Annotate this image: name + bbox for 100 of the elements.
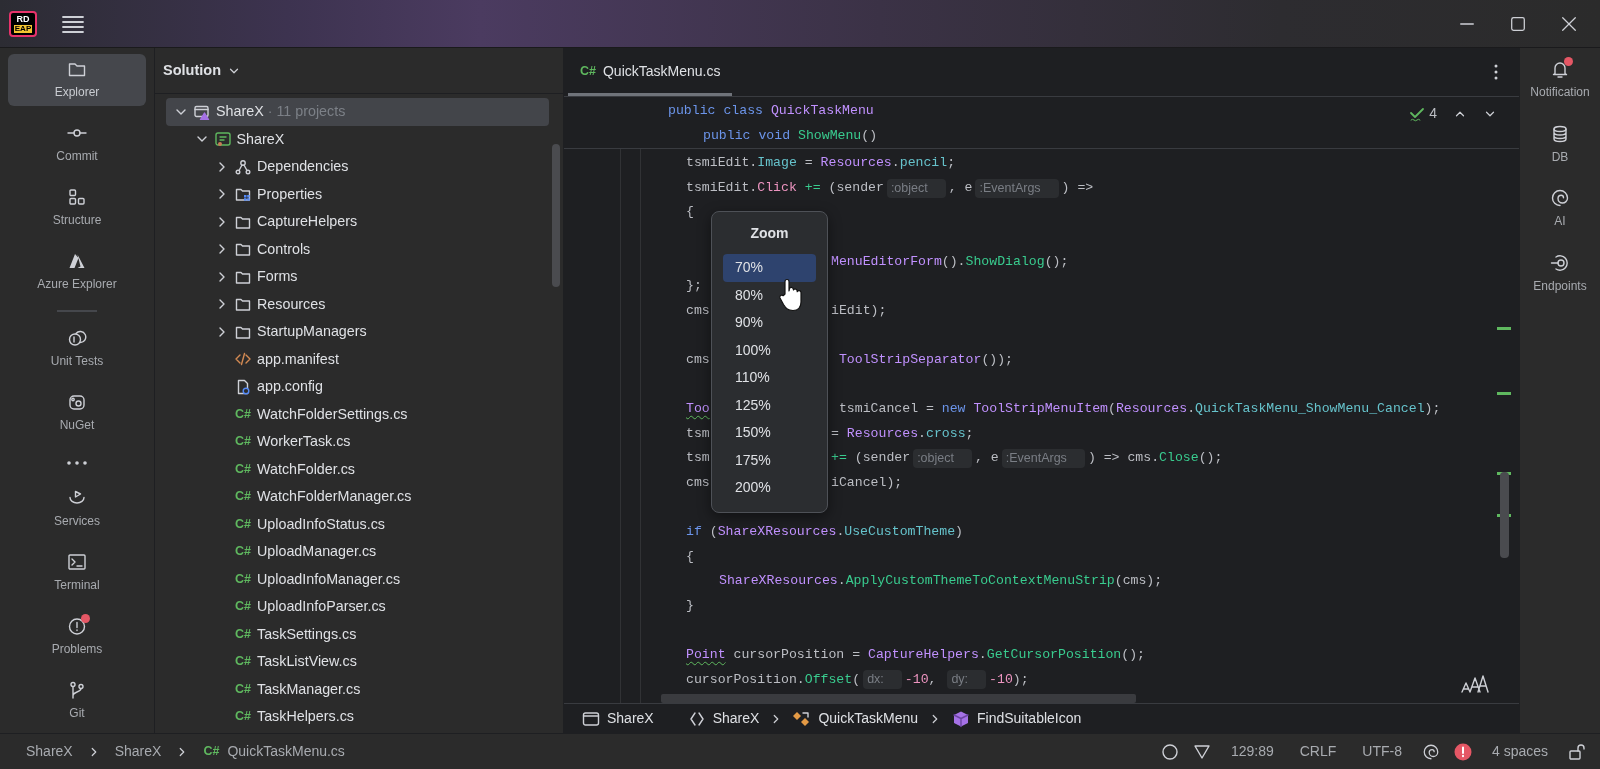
- tool-window-button[interactable]: Commit: [8, 117, 146, 171]
- tree-label: Dependencies: [257, 157, 349, 177]
- tree-row[interactable]: C# TaskHelpers.cs: [166, 703, 549, 731]
- tree-row[interactable]: Properties: [166, 180, 549, 208]
- structure-icon: [67, 186, 87, 207]
- tool-window-button[interactable]: Git: [8, 674, 146, 727]
- close-icon[interactable]: [1560, 14, 1578, 33]
- tree-row[interactable]: Resources: [166, 290, 549, 318]
- breadcrumb-item[interactable]: ShareX: [20, 741, 79, 762]
- tree-row[interactable]: C# UploadInfoStatus.cs: [166, 510, 549, 538]
- tree-row[interactable]: StartupManagers: [166, 318, 549, 346]
- language-tag: C#: [235, 652, 251, 672]
- menu-item[interactable]: 175%: [723, 446, 816, 475]
- tree-row[interactable]: C# UploadInfoManager.cs: [166, 565, 549, 593]
- tree-row[interactable]: C# WatchFolderSettings.cs: [166, 400, 549, 428]
- menu-item[interactable]: 150%: [723, 419, 816, 447]
- tree-row[interactable]: C# WorkerTask.cs: [166, 428, 549, 456]
- code-text: tsm: [686, 449, 710, 468]
- breadcrumb-item[interactable]: ShareX: [108, 741, 168, 762]
- scrollbar[interactable]: [552, 144, 560, 287]
- tool-window-button[interactable]: Problems: [8, 610, 146, 663]
- tree-row[interactable]: C# UploadInfoParser.cs: [166, 593, 549, 621]
- menu-item[interactable]: 70%: [723, 254, 816, 282]
- menu-item[interactable]: 80%: [723, 281, 816, 310]
- tree-row[interactable]: CaptureHelpers: [166, 208, 549, 236]
- tool-window-button[interactable]: AI: [1523, 183, 1597, 236]
- menu-item[interactable]: 90%: [723, 309, 816, 337]
- tree-row[interactable]: C# TaskManager.cs: [166, 675, 549, 703]
- tree-row[interactable]: Dependencies: [166, 153, 549, 181]
- menu-item[interactable]: 200%: [723, 474, 816, 502]
- code-text: public class QuickTaskMenu: [668, 102, 874, 120]
- more-options-icon[interactable]: [1493, 63, 1499, 81]
- tree-row[interactable]: C# TaskSettings.cs: [166, 620, 549, 648]
- scrollbar[interactable]: [661, 694, 1136, 703]
- status-item[interactable]: CRLF: [1293, 741, 1343, 762]
- tree-row[interactable]: Controls: [166, 235, 549, 263]
- tree-label: WatchFolderManager.cs: [257, 487, 412, 507]
- tool-window-button[interactable]: Terminal: [8, 546, 146, 600]
- code-text: iCancel);: [831, 473, 903, 492]
- inlay-hint: dx:: [863, 670, 902, 690]
- triangle-icon[interactable]: [1192, 742, 1211, 761]
- tool-window-button[interactable]: Notification: [1523, 54, 1597, 107]
- more-icon[interactable]: [66, 460, 88, 467]
- language-tag: C#: [235, 432, 251, 452]
- unlocked-icon[interactable]: [1568, 742, 1586, 761]
- tool-window-button[interactable]: Azure Explorer: [8, 245, 146, 299]
- menu-icon[interactable]: [61, 13, 85, 34]
- tool-window-button[interactable]: NuGet: [8, 387, 146, 440]
- tool-window-button[interactable]: DB: [1523, 118, 1597, 172]
- tool-window-button[interactable]: Endpoints: [1523, 247, 1597, 301]
- code-text: ShareXResources.ApplyCustomThemeToContextMenuStrip(cms);: [719, 572, 1163, 591]
- scrollbar[interactable]: [1500, 472, 1509, 559]
- breadcrumb-item[interactable]: ShareX: [578, 708, 658, 729]
- tool-window-button[interactable]: Services: [8, 482, 146, 536]
- code-text: ) => cms.Close();: [1087, 449, 1223, 468]
- tree-label: app.manifest: [257, 349, 339, 369]
- breadcrumb-item[interactable]: FindSuitableIcon: [948, 708, 1086, 729]
- font-size-icon[interactable]: [1461, 673, 1491, 693]
- tree-row[interactable]: Forms: [166, 263, 549, 291]
- tree-label: Properties: [257, 184, 323, 204]
- editor-tab[interactable]: C# QuickTaskMenu.cs: [568, 50, 733, 96]
- breadcrumb-item[interactable]: QuickTaskMenu: [789, 708, 922, 729]
- menu-item[interactable]: 100%: [723, 336, 816, 365]
- tree-row[interactable]: C# WatchFolderManager.cs: [166, 483, 549, 511]
- tree-row[interactable]: ShareX · 11 projects: [166, 98, 549, 126]
- tree-row[interactable]: C# TaskListView.cs: [166, 648, 549, 676]
- tree-row[interactable]: C# WatchFolder.cs: [166, 455, 549, 483]
- endpoints-icon: [1550, 252, 1570, 273]
- status-item[interactable]: UTF-8: [1356, 741, 1408, 762]
- tree-row[interactable]: app.config: [166, 373, 549, 401]
- tree-row[interactable]: app.manifest: [166, 345, 549, 373]
- hand-cursor-icon: [778, 278, 802, 313]
- menu-item[interactable]: 125%: [723, 391, 816, 420]
- spiral-icon[interactable]: [1421, 742, 1440, 761]
- tree-label: app.config: [257, 377, 323, 397]
- tool-window-button[interactable]: Explorer: [8, 54, 146, 107]
- code-text: = Resources.cross;: [831, 424, 974, 443]
- maximize-icon[interactable]: [1509, 14, 1527, 33]
- inspection-status[interactable]: 4: [1409, 103, 1437, 124]
- inlay-hint: :EventArgs: [975, 178, 1059, 198]
- code-text: tsm: [686, 424, 710, 443]
- project-icon: [214, 131, 231, 148]
- language-tag: C#: [235, 487, 251, 507]
- spiral-icon: [1550, 188, 1570, 208]
- menu-item[interactable]: 110%: [723, 364, 816, 392]
- error-icon[interactable]: [1453, 742, 1472, 761]
- status-item[interactable]: 129:89: [1224, 741, 1280, 762]
- tree-row[interactable]: ShareX: [166, 125, 549, 153]
- tree-row[interactable]: C# UploadManager.cs: [166, 538, 549, 566]
- dependencies-icon: [235, 158, 251, 175]
- tool-window-button[interactable]: Unit Tests: [8, 323, 146, 376]
- project-count: · 11 projects: [267, 102, 346, 122]
- breadcrumb-item[interactable]: ShareX: [683, 708, 764, 729]
- breadcrumb-item[interactable]: C# QuickTaskMenu.cs: [197, 741, 351, 762]
- panel-title-dropdown[interactable]: Solution: [163, 59, 241, 82]
- package-icon: [67, 392, 87, 413]
- circle-icon[interactable]: [1160, 742, 1179, 761]
- status-item[interactable]: 4 spaces: [1485, 741, 1554, 762]
- tool-window-button[interactable]: Structure: [8, 181, 146, 235]
- language-tag: C#: [235, 459, 251, 479]
